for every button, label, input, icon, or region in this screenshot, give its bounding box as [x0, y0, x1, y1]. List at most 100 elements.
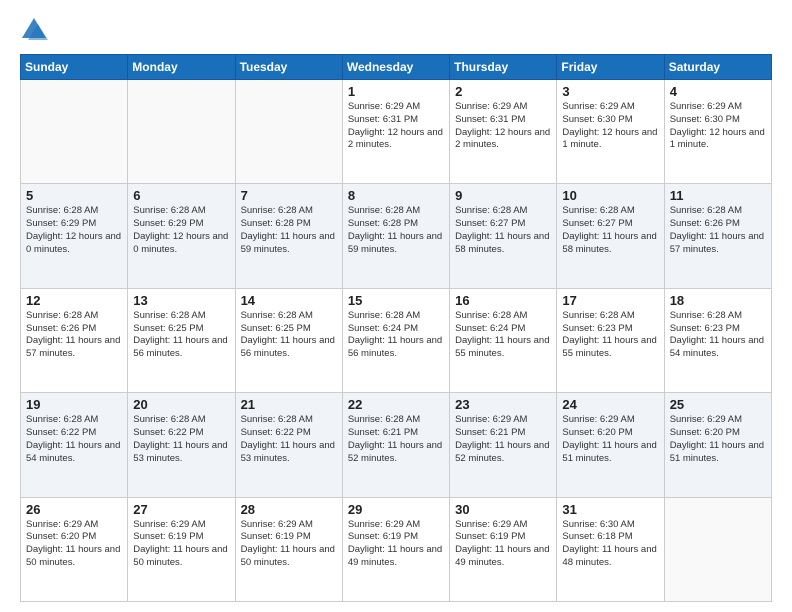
calendar-cell: 20 Sunrise: 6:28 AM Sunset: 6:22 PM Dayli…	[128, 393, 235, 497]
day-number: 22	[348, 397, 444, 412]
calendar-cell: 17Sunrise: 6:28 AM Sunset: 6:23 PM Dayli…	[557, 288, 664, 392]
calendar-cell: 13 Sunrise: 6:28 AM Sunset: 6:25 PM Dayli…	[128, 288, 235, 392]
week-row-5: 26 Sunrise: 6:29 AM Sunset: 6:20 PM Dayli…	[21, 497, 772, 601]
calendar-cell: 1 Sunrise: 6:29 AM Sunset: 6:31 PM Daylig…	[342, 80, 449, 184]
day-info: Sunrise: 6:28 AM Sunset: 6:21 PM Dayligh…	[348, 414, 444, 465]
calendar-cell	[128, 80, 235, 184]
day-info: Sunrise: 6:29 AM Sunset: 6:30 PM Dayligh…	[670, 101, 766, 152]
week-row-4: 19Sunrise: 6:28 AM Sunset: 6:22 PM Dayli…	[21, 393, 772, 497]
day-number: 23	[455, 397, 551, 412]
day-info: Sunrise: 6:29 AM Sunset: 6:20 PM Dayligh…	[26, 519, 122, 570]
calendar-cell: 2 Sunrise: 6:29 AM Sunset: 6:31 PM Daylig…	[450, 80, 557, 184]
day-number: 8	[348, 188, 444, 203]
day-number: 7	[241, 188, 337, 203]
day-info: Sunrise: 6:28 AM Sunset: 6:22 PM Dayligh…	[133, 414, 229, 465]
logo	[20, 16, 52, 44]
day-number: 17	[562, 293, 658, 308]
day-number: 10	[562, 188, 658, 203]
day-info: Sunrise: 6:28 AM Sunset: 6:28 PM Dayligh…	[241, 205, 337, 256]
logo-icon	[20, 16, 48, 44]
page: SundayMondayTuesdayWednesdayThursdayFrid…	[0, 0, 792, 612]
day-number: 21	[241, 397, 337, 412]
calendar-cell: 23 Sunrise: 6:29 AM Sunset: 6:21 PM Dayli…	[450, 393, 557, 497]
day-number: 29	[348, 502, 444, 517]
day-number: 18	[670, 293, 766, 308]
day-info: Sunrise: 6:29 AM Sunset: 6:19 PM Dayligh…	[241, 519, 337, 570]
calendar-cell: 27Sunrise: 6:29 AM Sunset: 6:19 PM Dayli…	[128, 497, 235, 601]
day-info: Sunrise: 6:28 AM Sunset: 6:28 PM Dayligh…	[348, 205, 444, 256]
day-number: 14	[241, 293, 337, 308]
weekday-header-row: SundayMondayTuesdayWednesdayThursdayFrid…	[21, 55, 772, 80]
calendar-cell: 30 Sunrise: 6:29 AM Sunset: 6:19 PM Dayli…	[450, 497, 557, 601]
day-number: 24	[562, 397, 658, 412]
day-info: Sunrise: 6:28 AM Sunset: 6:25 PM Dayligh…	[133, 310, 229, 361]
day-info: Sunrise: 6:28 AM Sunset: 6:26 PM Dayligh…	[26, 310, 122, 361]
header	[20, 16, 772, 44]
calendar-cell: 4Sunrise: 6:29 AM Sunset: 6:30 PM Daylig…	[664, 80, 771, 184]
calendar-cell: 26 Sunrise: 6:29 AM Sunset: 6:20 PM Dayli…	[21, 497, 128, 601]
day-info: Sunrise: 6:28 AM Sunset: 6:26 PM Dayligh…	[670, 205, 766, 256]
day-number: 31	[562, 502, 658, 517]
day-number: 11	[670, 188, 766, 203]
day-info: Sunrise: 6:28 AM Sunset: 6:22 PM Dayligh…	[26, 414, 122, 465]
week-row-2: 5 Sunrise: 6:28 AM Sunset: 6:29 PM Daylig…	[21, 184, 772, 288]
day-number: 16	[455, 293, 551, 308]
day-info: Sunrise: 6:28 AM Sunset: 6:29 PM Dayligh…	[26, 205, 122, 256]
calendar-cell: 28 Sunrise: 6:29 AM Sunset: 6:19 PM Dayli…	[235, 497, 342, 601]
day-number: 1	[348, 84, 444, 99]
day-number: 26	[26, 502, 122, 517]
calendar-cell: 8 Sunrise: 6:28 AM Sunset: 6:28 PM Daylig…	[342, 184, 449, 288]
calendar-cell: 14 Sunrise: 6:28 AM Sunset: 6:25 PM Dayli…	[235, 288, 342, 392]
calendar-cell: 12 Sunrise: 6:28 AM Sunset: 6:26 PM Dayli…	[21, 288, 128, 392]
calendar-cell: 31 Sunrise: 6:30 AM Sunset: 6:18 PM Dayli…	[557, 497, 664, 601]
calendar-cell: 9 Sunrise: 6:28 AM Sunset: 6:27 PM Daylig…	[450, 184, 557, 288]
day-info: Sunrise: 6:29 AM Sunset: 6:31 PM Dayligh…	[348, 101, 444, 152]
day-info: Sunrise: 6:28 AM Sunset: 6:27 PM Dayligh…	[562, 205, 658, 256]
week-row-3: 12 Sunrise: 6:28 AM Sunset: 6:26 PM Dayli…	[21, 288, 772, 392]
day-number: 30	[455, 502, 551, 517]
calendar-cell: 18 Sunrise: 6:28 AM Sunset: 6:23 PM Dayli…	[664, 288, 771, 392]
calendar-cell: 5 Sunrise: 6:28 AM Sunset: 6:29 PM Daylig…	[21, 184, 128, 288]
calendar-cell: 3Sunrise: 6:29 AM Sunset: 6:30 PM Daylig…	[557, 80, 664, 184]
day-number: 25	[670, 397, 766, 412]
calendar-cell: 15Sunrise: 6:28 AM Sunset: 6:24 PM Dayli…	[342, 288, 449, 392]
day-info: Sunrise: 6:29 AM Sunset: 6:19 PM Dayligh…	[455, 519, 551, 570]
calendar-cell: 25 Sunrise: 6:29 AM Sunset: 6:20 PM Dayli…	[664, 393, 771, 497]
weekday-header-sunday: Sunday	[21, 55, 128, 80]
calendar-cell	[21, 80, 128, 184]
day-info: Sunrise: 6:29 AM Sunset: 6:31 PM Dayligh…	[455, 101, 551, 152]
calendar-cell: 10 Sunrise: 6:28 AM Sunset: 6:27 PM Dayli…	[557, 184, 664, 288]
day-info: Sunrise: 6:28 AM Sunset: 6:25 PM Dayligh…	[241, 310, 337, 361]
calendar-cell: 24 Sunrise: 6:29 AM Sunset: 6:20 PM Dayli…	[557, 393, 664, 497]
calendar-cell: 11 Sunrise: 6:28 AM Sunset: 6:26 PM Dayli…	[664, 184, 771, 288]
day-info: Sunrise: 6:29 AM Sunset: 6:21 PM Dayligh…	[455, 414, 551, 465]
weekday-header-thursday: Thursday	[450, 55, 557, 80]
day-info: Sunrise: 6:29 AM Sunset: 6:30 PM Dayligh…	[562, 101, 658, 152]
calendar-cell	[664, 497, 771, 601]
day-info: Sunrise: 6:28 AM Sunset: 6:22 PM Dayligh…	[241, 414, 337, 465]
day-number: 12	[26, 293, 122, 308]
calendar-cell: 19Sunrise: 6:28 AM Sunset: 6:22 PM Dayli…	[21, 393, 128, 497]
day-number: 2	[455, 84, 551, 99]
day-info: Sunrise: 6:30 AM Sunset: 6:18 PM Dayligh…	[562, 519, 658, 570]
day-info: Sunrise: 6:28 AM Sunset: 6:27 PM Dayligh…	[455, 205, 551, 256]
day-info: Sunrise: 6:29 AM Sunset: 6:19 PM Dayligh…	[133, 519, 229, 570]
day-info: Sunrise: 6:28 AM Sunset: 6:29 PM Dayligh…	[133, 205, 229, 256]
calendar-cell: 29 Sunrise: 6:29 AM Sunset: 6:19 PM Dayli…	[342, 497, 449, 601]
weekday-header-saturday: Saturday	[664, 55, 771, 80]
day-info: Sunrise: 6:29 AM Sunset: 6:19 PM Dayligh…	[348, 519, 444, 570]
weekday-header-friday: Friday	[557, 55, 664, 80]
day-info: Sunrise: 6:29 AM Sunset: 6:20 PM Dayligh…	[670, 414, 766, 465]
day-number: 28	[241, 502, 337, 517]
day-number: 6	[133, 188, 229, 203]
day-number: 13	[133, 293, 229, 308]
day-info: Sunrise: 6:28 AM Sunset: 6:24 PM Dayligh…	[348, 310, 444, 361]
weekday-header-monday: Monday	[128, 55, 235, 80]
calendar-cell	[235, 80, 342, 184]
day-number: 20	[133, 397, 229, 412]
day-info: Sunrise: 6:29 AM Sunset: 6:20 PM Dayligh…	[562, 414, 658, 465]
calendar-cell: 7 Sunrise: 6:28 AM Sunset: 6:28 PM Daylig…	[235, 184, 342, 288]
day-number: 9	[455, 188, 551, 203]
day-number: 5	[26, 188, 122, 203]
day-info: Sunrise: 6:28 AM Sunset: 6:23 PM Dayligh…	[670, 310, 766, 361]
